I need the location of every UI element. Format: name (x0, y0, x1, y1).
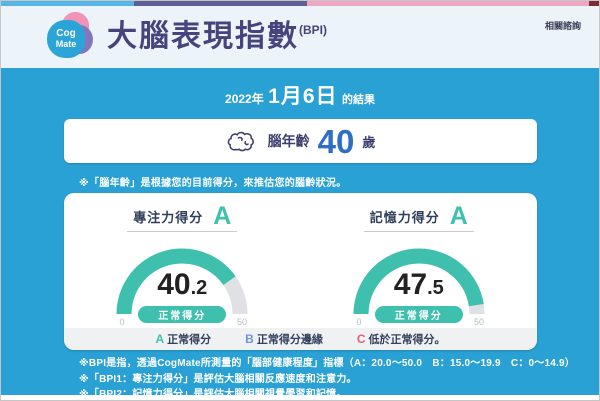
header: Cog Mate 大腦表現指數 (BPI) 相關諮詢 (1, 6, 599, 68)
date-suffix: 的結果 (342, 94, 375, 106)
brain-age-unit: 歲 (362, 132, 375, 151)
related-inquiry-link[interactable]: 相關諮詢 (545, 19, 581, 32)
result-panel: 2022年 1月6日 的結果 腦年齡 40 歲 ※「腦年齡」是根據您的目前得分，… (1, 68, 599, 395)
brain-icon (226, 128, 260, 154)
footnote-bpi1: ※「BPI1：專注力得分」是評估大腦相關反應速度和注意力。 (79, 372, 579, 388)
svg-text:0: 0 (356, 317, 361, 327)
cogmate-logo: Cog Mate (47, 12, 95, 62)
legend-item-b: B 正常得分邊緣 (245, 331, 323, 347)
logo-text-line1: Cog (56, 29, 75, 39)
legend-item-c: C 低於正常得分。 (357, 331, 446, 347)
logo-text-line2: Mate (56, 39, 77, 49)
gauge-grade: A (450, 204, 468, 228)
logo-blue-blob-icon: Cog Mate (47, 20, 85, 58)
gauge-title: 記憶力得分 (370, 207, 440, 226)
normal-score-badge: 正常得分 (375, 306, 463, 323)
gauge-title: 專注力得分 (133, 207, 203, 226)
scores-card: 專注力得分 A 0 50 40.2 正常得分 (64, 193, 537, 350)
attention-gauge: 0 50 40.2 正常得分 (100, 234, 264, 328)
gauge-value: 47.5 (337, 268, 501, 302)
footnote-bpi: ※BPI是指，透過CogMate所測量的「腦部健康程度」指標（A：20.0～50… (79, 356, 579, 372)
legend-grade: A (155, 332, 164, 346)
legend-grade: C (357, 332, 366, 346)
legend-item-a: A 正常得分 (155, 331, 211, 347)
svg-text:50: 50 (474, 317, 484, 327)
gauge-grade: A (213, 204, 231, 228)
legend-label: 低於正常得分。 (369, 331, 446, 347)
footnote-bpi2: ※「BPI2：記憶力得分」是評估大腦相關視覺學習和記憶。 (79, 387, 579, 395)
date-month-day: 1月6日 (268, 85, 337, 108)
normal-score-badge: 正常得分 (138, 306, 226, 323)
svg-text:50: 50 (237, 317, 247, 327)
brain-age-card: 腦年齡 40 歲 (64, 119, 537, 163)
legend-grade: B (245, 332, 254, 346)
brain-age-value: 40 (318, 125, 355, 158)
svg-text:0: 0 (120, 317, 125, 327)
memory-score-section: 記憶力得分 A 0 50 47.5 正常得分 (301, 193, 538, 328)
gauge-value: 40.2 (100, 268, 264, 302)
result-date: 2022年 1月6日 的結果 (1, 80, 599, 110)
page-title-superscript: (BPI) (299, 23, 327, 37)
brain-age-label: 腦年齡 (268, 131, 310, 151)
legend-label: 正常得分 (167, 331, 211, 347)
brain-age-note: ※「腦年齡」是根據您的目前得分，來推估您的腦齡狀況。 (79, 174, 579, 189)
report-page: Cog Mate 大腦表現指數 (BPI) 相關諮詢 2022年 1月6日 的結… (0, 0, 600, 401)
footnotes: ※BPI是指，透過CogMate所測量的「腦部健康程度」指標（A：20.0～50… (79, 356, 579, 395)
page-title: 大腦表現指數 (107, 20, 299, 54)
memory-gauge: 0 50 47.5 正常得分 (337, 234, 501, 328)
date-year: 2022年 (225, 92, 264, 106)
legend-label: 正常得分邊緣 (257, 331, 323, 347)
attention-score-section: 專注力得分 A 0 50 40.2 正常得分 (64, 193, 301, 328)
grade-legend: A 正常得分 B 正常得分邊緣 C 低於正常得分。 (64, 328, 537, 350)
